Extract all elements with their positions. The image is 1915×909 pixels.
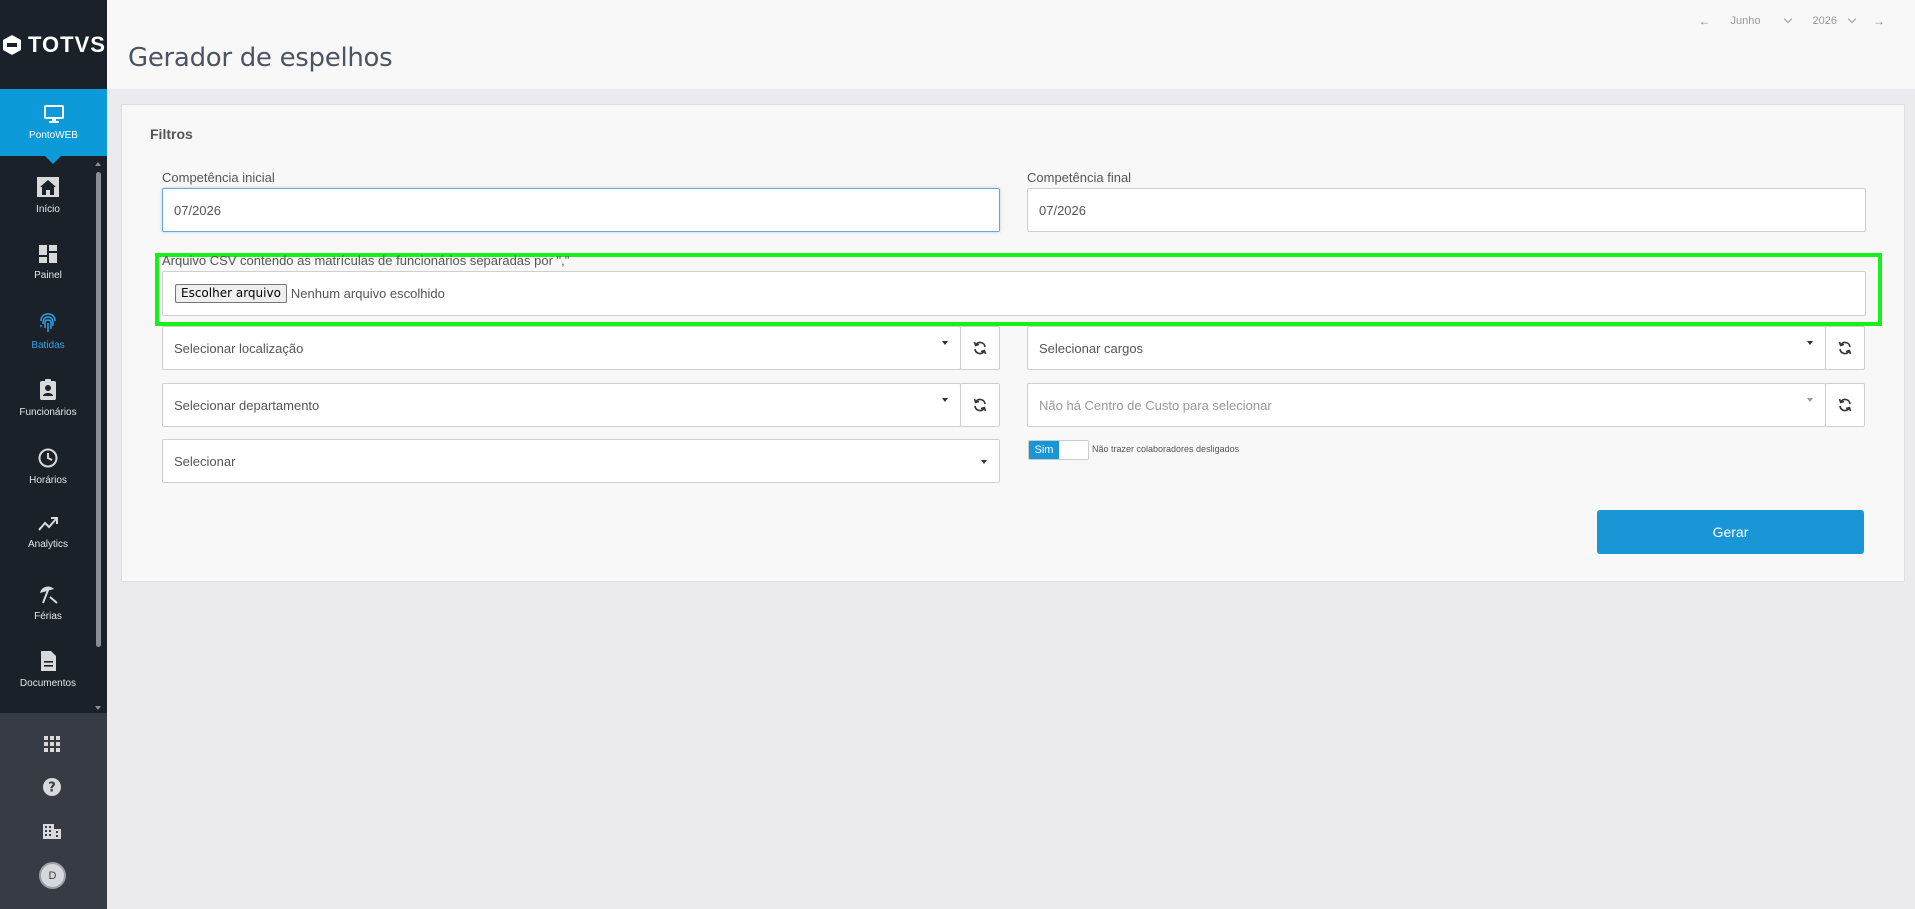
badge-icon [40, 379, 56, 400]
fingerprint-icon [40, 313, 56, 332]
competencia-final-input[interactable] [1027, 188, 1866, 232]
gerar-button[interactable]: Gerar [1597, 510, 1864, 554]
avatar[interactable]: D [39, 862, 66, 889]
nav-item-label: PontoWEB [29, 130, 78, 141]
year-select[interactable]: 2026 [1812, 14, 1857, 27]
cargos-select[interactable]: Selecionar cargos [1027, 326, 1826, 370]
sidebar-scrollbar[interactable] [96, 172, 101, 647]
sidebar-nav: Início Painel Batidas Funcionários Horár… [0, 160, 107, 710]
nav-item-label: Funcionários [19, 407, 77, 418]
scroll-up-arrow[interactable] [95, 162, 101, 166]
nav-item-label: Painel [34, 270, 62, 281]
clock-icon [38, 448, 58, 468]
nav-item-label: Batidas [31, 340, 65, 351]
brand-name: TOTVS [28, 31, 106, 57]
filters-title: Filtros [150, 126, 193, 142]
previous-month-arrow-icon[interactable]: ← [1699, 14, 1711, 28]
competencia-final-label: Competência final [1027, 170, 1132, 185]
document-icon [41, 651, 56, 671]
next-month-arrow-icon[interactable]: → [1873, 14, 1885, 28]
desligados-toggle-label: Não trazer colaboradores desligados [1092, 444, 1240, 454]
nav-item-label: Férias [34, 611, 62, 622]
caret-down-icon [942, 341, 948, 345]
page-header: Gerador de espelhos ← Junho 2026 → [107, 0, 1915, 89]
localizacao-placeholder: Selecionar localização [174, 340, 304, 356]
refresh-localizacao-button[interactable] [960, 326, 1000, 370]
nav-item-painel[interactable]: Painel [0, 244, 96, 281]
nav-item-inicio[interactable]: Início [0, 176, 96, 215]
nav-item-label: Analytics [27, 539, 68, 550]
nav-item-funcionarios[interactable]: Funcionários [0, 379, 96, 418]
caret-down-icon [1807, 398, 1813, 402]
monitor-icon [43, 105, 64, 123]
nav-item-horarios[interactable]: Horários [0, 447, 96, 486]
refresh-icon [973, 341, 987, 355]
desligados-toggle[interactable]: Sim [1028, 440, 1089, 460]
csv-upload-label: Arquivo CSV contendo as matrículas de fu… [162, 253, 570, 268]
totvs-logo[interactable]: TOTVS [0, 0, 107, 89]
nav-item-analytics[interactable]: Analytics [0, 515, 96, 550]
month-value: Junho [1730, 15, 1761, 27]
nav-item-ferias[interactable]: Férias [0, 583, 96, 622]
page-title: Gerador de espelhos [128, 43, 393, 73]
file-status-text: Nenhum arquivo escolhido [290, 286, 445, 301]
departamento-select[interactable]: Selecionar departamento [162, 383, 961, 427]
choose-file-button[interactable]: Escolher arquivo [175, 284, 287, 303]
refresh-icon [1838, 341, 1852, 355]
totvs-logo-icon [3, 34, 22, 55]
caret-down-icon [981, 460, 987, 464]
trending-up-icon [38, 517, 58, 531]
beach-umbrella-icon [40, 586, 58, 604]
caret-down-icon [1807, 341, 1813, 345]
year-value: 2026 [1812, 15, 1837, 27]
nav-item-label: Documentos [19, 678, 77, 689]
refresh-cargos-button[interactable] [1825, 326, 1865, 370]
nav-item-batidas[interactable]: Batidas [0, 312, 96, 351]
refresh-centro-custo-button[interactable] [1825, 383, 1865, 427]
month-select[interactable]: Junho [1730, 14, 1792, 27]
nav-item-label: Início [36, 204, 60, 215]
departamento-placeholder: Selecionar departamento [174, 397, 320, 413]
generic-placeholder: Selecionar [174, 453, 236, 469]
chevron-down-icon [1783, 14, 1792, 24]
refresh-departamento-button[interactable] [960, 383, 1000, 427]
centro-custo-select[interactable]: Não há Centro de Custo para selecionar [1027, 383, 1826, 427]
chevron-down-icon [1847, 14, 1857, 24]
scroll-down-arrow[interactable] [95, 706, 101, 710]
period-selector: ← Junho 2026 → [1699, 14, 1885, 28]
building-icon[interactable] [41, 820, 63, 842]
refresh-icon [973, 398, 987, 412]
csv-file-input[interactable]: Escolher arquivo Nenhum arquivo escolhid… [162, 271, 1866, 316]
nav-item-pontoweb[interactable]: PontoWEB [0, 89, 107, 164]
nav-item-documentos[interactable]: Documentos [0, 650, 96, 689]
centro-custo-placeholder: Não há Centro de Custo para selecionar [1039, 397, 1272, 413]
help-icon[interactable]: ? [41, 776, 63, 798]
svg-text:?: ? [48, 781, 56, 796]
dashboard-icon [39, 245, 57, 263]
sidebar: TOTVS PontoWEB Início Painel Batidas Fun… [0, 0, 107, 909]
generic-select[interactable]: Selecionar [162, 439, 1000, 483]
toggle-on-label: Sim [1029, 441, 1059, 459]
nav-item-label: Horários [29, 475, 67, 486]
home-icon [37, 177, 59, 197]
apps-grid-icon[interactable] [41, 733, 63, 755]
localizacao-select[interactable]: Selecionar localização [162, 326, 961, 370]
cargos-placeholder: Selecionar cargos [1039, 340, 1144, 356]
competencia-inicial-input[interactable] [162, 188, 1000, 232]
caret-down-icon [942, 398, 948, 402]
competencia-inicial-label: Competência inicial [162, 170, 275, 185]
filters-card: Filtros Competência inicial Competência … [121, 104, 1905, 582]
refresh-icon [1838, 398, 1852, 412]
